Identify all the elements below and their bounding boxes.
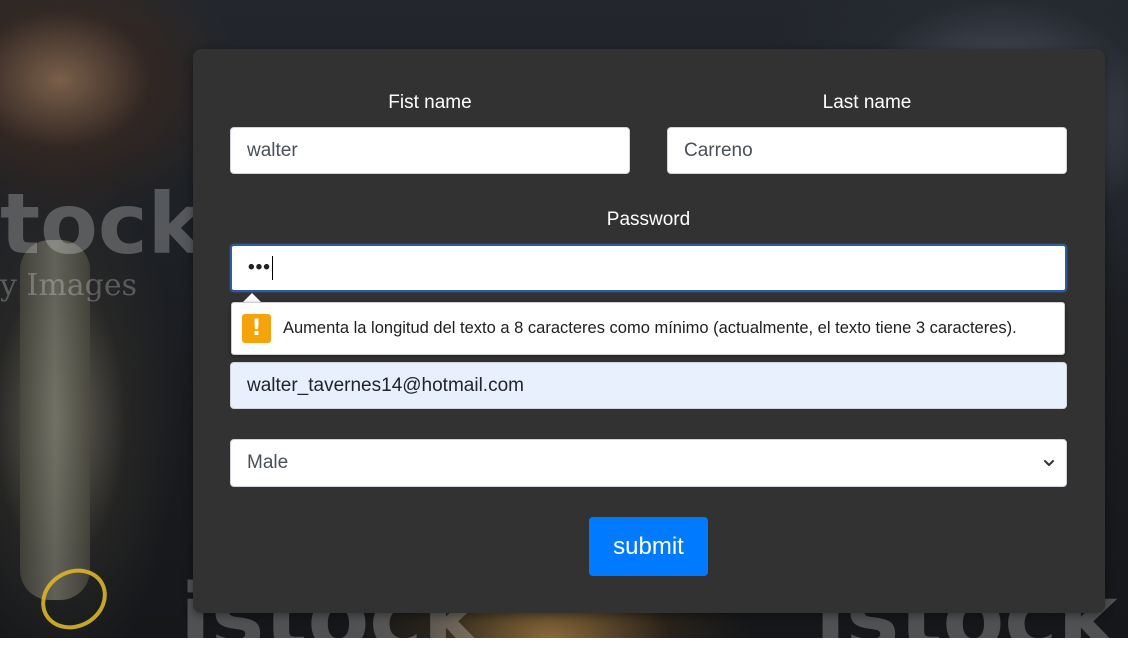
chevron-down-icon <box>1044 460 1054 466</box>
submit-button[interactable]: submit <box>589 517 708 576</box>
watermark-sub: y Images <box>0 268 138 303</box>
first-name-value: walter <box>247 139 298 161</box>
gender-selected-value: Male <box>247 452 289 473</box>
last-name-value: Carreno <box>684 139 753 161</box>
first-name-label: Fist name <box>388 92 472 113</box>
password-masked-value: ••• <box>248 257 271 278</box>
password-label: Password <box>606 209 691 230</box>
email-value: walter_tavernes14@hotmail.com <box>247 374 524 396</box>
warning-icon: ! <box>242 314 271 343</box>
first-name-input[interactable]: walter <box>230 127 630 174</box>
gender-select[interactable]: Male <box>230 439 1067 487</box>
email-input[interactable]: walter_tavernes14@hotmail.com <box>230 362 1067 409</box>
validation-tooltip: ! Aumenta la longitud del texto a 8 cara… <box>231 302 1065 355</box>
password-input[interactable]: ••• <box>230 244 1067 292</box>
last-name-label: Last name <box>822 92 912 113</box>
text-caret <box>271 256 273 280</box>
last-name-input[interactable]: Carreno <box>667 127 1067 174</box>
validation-message: Aumenta la longitud del texto a 8 caract… <box>283 319 1017 337</box>
watermark-top: tock <box>0 175 204 273</box>
